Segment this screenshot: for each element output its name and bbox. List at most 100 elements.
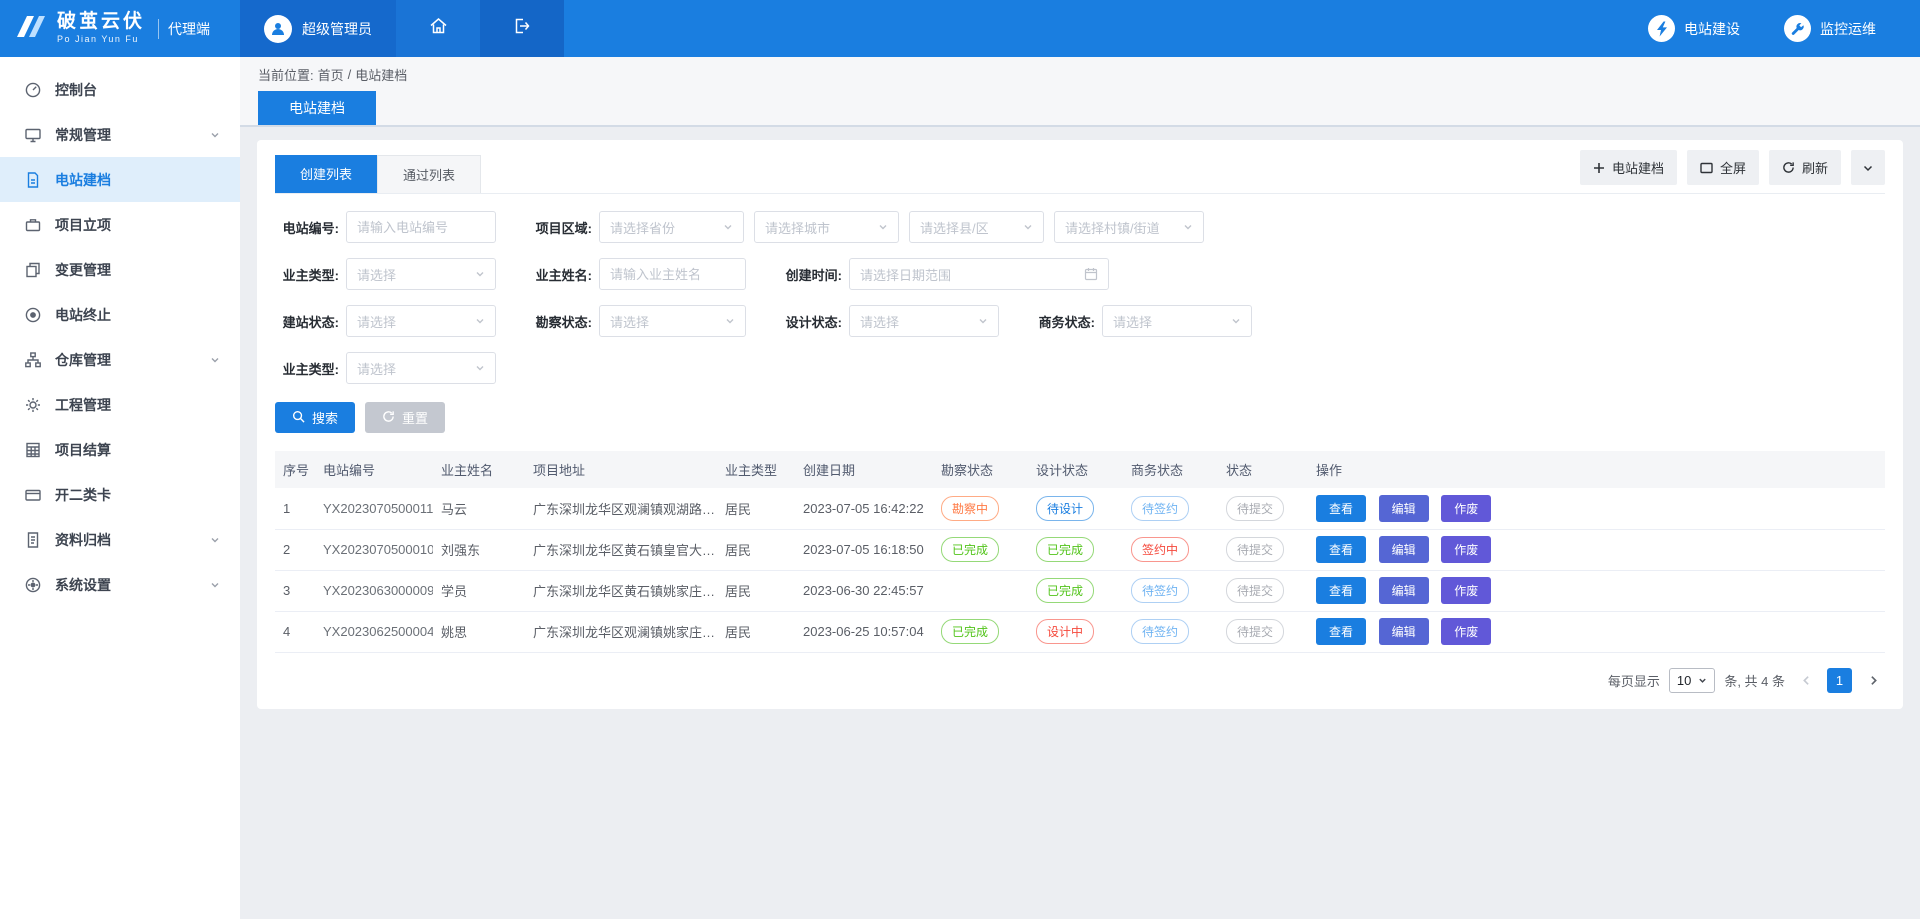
view-button[interactable]: 查看 — [1316, 495, 1366, 522]
owner-type2-label: 业主类型: — [275, 359, 339, 378]
table-row: 1 YX2023070500011 马云 广东深圳龙华区观澜镇观湖路… 居民 2… — [275, 488, 1885, 529]
cell-seq: 3 — [275, 570, 315, 611]
edit-button[interactable]: 编辑 — [1379, 577, 1429, 604]
void-button[interactable]: 作废 — [1441, 495, 1491, 522]
nav-station-build-label: 电站建设 — [1684, 19, 1740, 39]
chevron-down-icon — [210, 580, 220, 590]
cell-created: 2023-06-25 10:57:04 — [795, 611, 933, 652]
county-select[interactable]: 请选择县/区 — [909, 211, 1044, 243]
file-icon — [24, 531, 42, 549]
design-status-select[interactable]: 请选择 — [849, 305, 999, 337]
fullscreen-icon — [1700, 162, 1713, 174]
collapse-filters-button[interactable] — [1851, 150, 1885, 185]
fullscreen-label: 全屏 — [1720, 158, 1746, 177]
sidebar-item-station-termination[interactable]: 电站终止 — [0, 292, 240, 337]
app-root: 破茧云伏 Po Jian Yun Fu 代理端 超级管理员 — [0, 0, 1920, 919]
station-code-label: 电站编号: — [275, 218, 339, 237]
refresh-button[interactable]: 刷新 — [1769, 150, 1841, 185]
table-row: 3 YX2023063000009 学员 广东深圳龙华区黄石镇姚家庄… 居民 2… — [275, 570, 1885, 611]
breadcrumb-home[interactable]: 首页 — [318, 65, 344, 84]
town-select[interactable]: 请选择村镇/街道 — [1054, 211, 1204, 243]
owner-name-label: 业主姓名: — [528, 265, 592, 284]
owner-name-input[interactable] — [599, 258, 746, 290]
sidebar-item-type2-card[interactable]: 开二类卡 — [0, 472, 240, 517]
fullscreen-button[interactable]: 全屏 — [1687, 150, 1759, 185]
void-button[interactable]: 作废 — [1441, 618, 1491, 645]
owner-type-label: 业主类型: — [275, 265, 339, 284]
business-status-badge: 待签约 — [1131, 496, 1189, 521]
cell-owner-type: 居民 — [717, 611, 795, 652]
tab-passed-list[interactable]: 通过列表 — [377, 155, 481, 193]
panel-header: 创建列表 通过列表 电站建档 全屏 — [275, 150, 1885, 194]
reset-button[interactable]: 重置 — [365, 402, 445, 433]
survey-status-select[interactable]: 请选择 — [599, 305, 746, 337]
create-time-range-input[interactable]: 请选择日期范围 — [849, 258, 1109, 290]
business-status-badge: 待签约 — [1131, 578, 1189, 603]
app-subtitle: Po Jian Yun Fu — [57, 35, 145, 45]
col-business-status: 商务状态 — [1123, 451, 1218, 488]
home-button[interactable] — [396, 0, 480, 57]
sidebar-item-warehouse-mgmt[interactable]: 仓库管理 — [0, 337, 240, 382]
owner-type-select[interactable]: 请选择 — [346, 258, 496, 290]
list-panel: 创建列表 通过列表 电站建档 全屏 — [257, 140, 1903, 709]
build-status-select[interactable]: 请选择 — [346, 305, 496, 337]
breadcrumb-label: 当前位置: — [258, 65, 314, 84]
search-button[interactable]: 搜索 — [275, 402, 355, 433]
edit-button[interactable]: 编辑 — [1379, 536, 1429, 563]
sidebar-item-label: 控制台 — [55, 80, 97, 100]
cell-seq: 4 — [275, 611, 315, 652]
city-select[interactable]: 请选择城市 — [754, 211, 899, 243]
sidebar-item-change-mgmt[interactable]: 变更管理 — [0, 247, 240, 292]
sidebar-item-project-initiation[interactable]: 项目立项 — [0, 202, 240, 247]
sidebar-item-label: 变更管理 — [55, 260, 111, 280]
nav-monitor-ops[interactable]: 监控运维 — [1784, 0, 1876, 57]
station-code-input[interactable] — [346, 211, 496, 243]
cell-address: 广东深圳龙华区观澜镇观湖路… — [525, 488, 717, 529]
nav-station-build[interactable]: 电站建设 — [1648, 0, 1740, 57]
edit-button[interactable]: 编辑 — [1379, 618, 1429, 645]
user-menu[interactable]: 超级管理员 — [240, 0, 396, 57]
void-button[interactable]: 作废 — [1441, 536, 1491, 563]
view-button[interactable]: 查看 — [1316, 536, 1366, 563]
per-page-select[interactable]: 10 — [1669, 668, 1715, 693]
top-header: 破茧云伏 Po Jian Yun Fu 代理端 超级管理员 — [0, 0, 1920, 57]
business-status-select[interactable]: 请选择 — [1102, 305, 1252, 337]
dashboard-icon — [24, 81, 42, 99]
province-select[interactable]: 请选择省份 — [599, 211, 744, 243]
view-button[interactable]: 查看 — [1316, 577, 1366, 604]
page-1-button[interactable]: 1 — [1827, 668, 1852, 693]
next-page-button[interactable] — [1861, 668, 1885, 692]
add-station-button[interactable]: 电站建档 — [1580, 150, 1677, 185]
refresh-label: 刷新 — [1802, 158, 1828, 177]
list-tabs: 创建列表 通过列表 — [275, 155, 481, 193]
logout-button[interactable] — [480, 0, 564, 57]
chevron-down-icon — [210, 130, 220, 140]
chevron-down-icon — [1183, 222, 1193, 232]
edit-button[interactable]: 编辑 — [1379, 495, 1429, 522]
tab-create-list[interactable]: 创建列表 — [275, 155, 377, 193]
void-button[interactable]: 作废 — [1441, 577, 1491, 604]
sidebar-item-station-archive[interactable]: 电站建档 — [0, 157, 240, 202]
build-status-label: 建站状态: — [275, 312, 339, 331]
sidebar-item-general-mgmt[interactable]: 常规管理 — [0, 112, 240, 157]
sidebar-item-system-settings[interactable]: 系统设置 — [0, 562, 240, 607]
filter-row-2: 业主类型: 请选择 业主姓名: 创建时间: 请选择日期范围 — [275, 258, 1885, 290]
sidebar-item-console[interactable]: 控制台 — [0, 67, 240, 112]
view-button[interactable]: 查看 — [1316, 618, 1366, 645]
cell-owner-type: 居民 — [717, 529, 795, 570]
page-tab-station-archive[interactable]: 电站建档 — [258, 91, 376, 125]
sidebar-item-project-settlement[interactable]: 项目结算 — [0, 427, 240, 472]
chevron-down-icon — [210, 355, 220, 365]
col-design-status: 设计状态 — [1028, 451, 1123, 488]
cell-station-code: YX2023063000009 — [315, 570, 433, 611]
prev-page-button[interactable] — [1794, 668, 1818, 692]
logo[interactable]: 破茧云伏 Po Jian Yun Fu 代理端 — [0, 0, 240, 57]
sidebar-item-data-archive[interactable]: 资料归档 — [0, 517, 240, 562]
sidebar-item-engineering-mgmt[interactable]: 工程管理 — [0, 382, 240, 427]
owner-type2-select[interactable]: 请选择 — [346, 352, 496, 384]
col-station-code: 电站编号 — [315, 451, 433, 488]
chevron-down-icon — [978, 316, 988, 326]
add-station-label: 电站建档 — [1612, 158, 1664, 177]
avatar — [264, 15, 292, 43]
cell-owner-name: 刘强东 — [433, 529, 525, 570]
